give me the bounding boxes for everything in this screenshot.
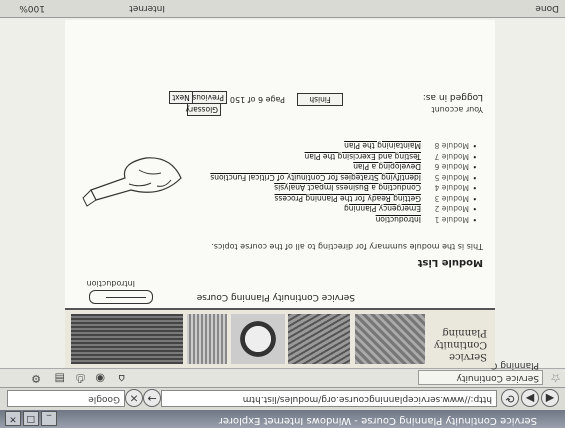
hand-illustration [82, 157, 182, 207]
web-page: Service Continuity Planning Service Cont… [65, 20, 495, 368]
logged-in-user: Your account [431, 105, 484, 114]
module-link[interactable]: Introduction [376, 215, 421, 224]
site-title: Service Continuity Planning [433, 327, 487, 362]
module-item: •Module 3Getting Ready for the Planning … [274, 194, 478, 203]
pager: Logged in as: Your account Finish Page 6… [73, 76, 483, 116]
browser-window: Service Continuity Planning Course - Win… [0, 0, 565, 428]
module-link[interactable]: Getting Ready for the Planning Process [275, 194, 422, 203]
module-link[interactable]: Conducting a Business Impact Analysis [274, 184, 421, 193]
search-input[interactable]: Google [7, 390, 125, 407]
glossary-button[interactable]: Glossary [186, 103, 221, 116]
banner-photo [71, 314, 183, 364]
module-link[interactable]: Identifying Strategies for Continuity of… [210, 173, 421, 182]
stop-button[interactable]: × [125, 389, 143, 407]
refresh-icon[interactable]: ⟳ [501, 389, 519, 407]
finish-button[interactable]: Finish [297, 93, 343, 106]
favorites-star-icon[interactable]: ☆ [550, 371, 561, 385]
header-banner: Service Continuity Planning [65, 308, 495, 368]
feeds-icon[interactable]: ◉ [95, 372, 105, 385]
status-bar: Done Internet 100% [0, 0, 565, 18]
section-title: Module List [417, 257, 483, 268]
module-item: •Module 8Maintaining the Plan [344, 141, 477, 151]
banner-photo [355, 314, 425, 364]
title-bar: Service Continuity Planning Course - Win… [0, 410, 565, 428]
go-button[interactable]: → [143, 389, 161, 407]
navigation-bar: ◀ ▶ ⟳ http://www.serviceplanningcourse.o… [0, 387, 565, 410]
back-button[interactable]: ◀ [541, 389, 559, 407]
zoom-level[interactable]: 100% [19, 0, 45, 17]
tools-menu-icon[interactable]: ⚙ [31, 372, 41, 385]
close-button[interactable]: × [5, 411, 21, 426]
module-list: •Module 1Introduction •Module 2Emergency… [207, 140, 478, 225]
course-logo [89, 290, 153, 304]
print-icon[interactable]: ⎙ [76, 371, 85, 385]
module-item: •Module 5Identifying Strategies for Cont… [210, 173, 477, 182]
breadcrumb[interactable]: Introduction [87, 279, 135, 288]
maximize-button[interactable]: □ [23, 411, 39, 426]
module-link[interactable]: Developing a Plan [353, 163, 421, 172]
module-link[interactable]: Emergency Planning [344, 205, 421, 214]
banner-photo [288, 314, 350, 364]
status-text: Done [535, 3, 559, 13]
browser-tab[interactable]: Service Continuity Planning Course [418, 360, 543, 385]
module-item: •Module 4Conducting a Business Impact An… [274, 183, 477, 193]
banner-photo [187, 314, 227, 364]
module-link[interactable]: Testing and Exercising the Plan [305, 152, 421, 161]
module-item: •Module 1Introduction [375, 215, 477, 224]
module-item: •Module 7Testing and Exercising the Plan [304, 152, 477, 161]
intro-text: This is the module summary for directing… [211, 242, 483, 251]
logged-in-label: Logged in as: [422, 92, 483, 102]
favorites-toolbar: ☆ Service Continuity Planning Course ⌂ ◉… [0, 360, 565, 387]
page-menu-icon[interactable]: ▤ [55, 372, 65, 385]
banner-photo [231, 314, 285, 364]
forward-button[interactable]: ▶ [521, 389, 539, 407]
address-bar[interactable]: http://www.serviceplanningcourse.org/mod… [161, 390, 497, 407]
course-title: Service Continuity Planning Course [196, 292, 355, 302]
home-icon[interactable]: ⌂ [118, 372, 125, 385]
module-item: •Module 6Developing a Plan [353, 162, 477, 172]
module-link[interactable]: Maintaining the Plan [344, 142, 421, 151]
security-zone: Internet [129, 3, 165, 13]
minimize-button[interactable]: _ [41, 411, 57, 426]
page-counter: Page 6 of 150 [229, 95, 285, 104]
module-item: •Module 2Emergency Planning [344, 204, 477, 214]
window-title: Service Continuity Planning Course - Win… [218, 415, 537, 426]
